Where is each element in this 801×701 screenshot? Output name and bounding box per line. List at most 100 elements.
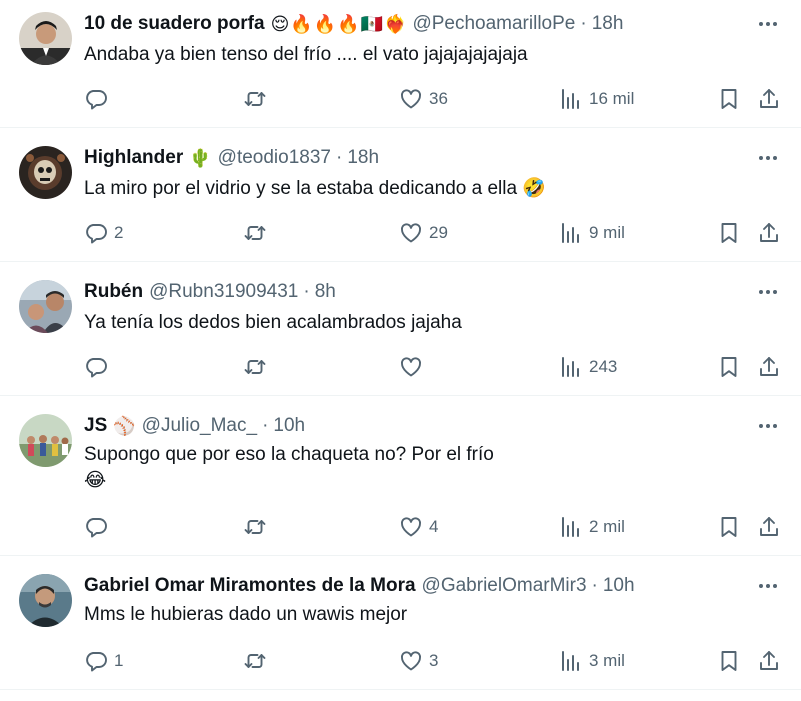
emoji: 🔥	[313, 14, 337, 34]
reply-feed: 10 de suadero porfa 😌 🔥 🔥 🔥 🇲🇽 ❤️‍🔥 @Pec…	[0, 0, 801, 690]
avatar[interactable]	[19, 574, 72, 627]
reply-icon	[86, 358, 107, 378]
share-icon	[760, 357, 778, 376]
name-emojis: ⚾	[113, 417, 135, 435]
bookmark-icon	[721, 357, 737, 377]
tweet[interactable]: Gabriel Omar Miramontes de la Mora @Gabr…	[0, 556, 801, 690]
timestamp[interactable]: 8h	[315, 281, 336, 303]
user-handle[interactable]: @teodio1837	[218, 147, 331, 169]
tweet-text: La miro por el vidrio y se la estaba ded…	[84, 176, 761, 202]
tweet-text: Supongo que por eso la chaqueta no? Por …	[84, 442, 761, 494]
user-handle[interactable]: @GabrielOmarMir3	[422, 575, 587, 597]
tweet-actions: 243	[0, 354, 801, 380]
heart-icon	[401, 223, 421, 243]
like-count: 4	[429, 517, 439, 536]
tweet[interactable]: 10 de suadero porfa 😌 🔥 🔥 🔥 🇲🇽 ❤️‍🔥 @Pec…	[0, 0, 801, 128]
retweet-button[interactable]	[243, 514, 273, 540]
bookmark-icon	[721, 517, 737, 537]
display-name[interactable]: Highlander	[84, 147, 183, 169]
views-button[interactable]: 16 mil	[559, 86, 634, 112]
reply-button[interactable]	[84, 86, 114, 112]
emoji: ❤️‍🔥	[384, 14, 407, 34]
like-button[interactable]: 4	[399, 514, 438, 540]
tweet-actions: 2 29 9 mil	[0, 220, 801, 246]
user-handle[interactable]: @Julio_Mac_	[142, 415, 257, 437]
reply-button[interactable]: 1	[84, 648, 123, 674]
reply-button[interactable]	[84, 354, 114, 380]
like-button[interactable]: 36	[399, 86, 448, 112]
tweet-text-line: Andaba ya bien tenso del frío .... el va…	[84, 44, 528, 65]
share-button[interactable]	[757, 86, 781, 112]
reply-icon	[86, 224, 107, 244]
avatar[interactable]	[19, 280, 72, 333]
view-count: 2 mil	[589, 517, 625, 536]
retweet-icon	[244, 226, 266, 240]
share-button[interactable]	[757, 648, 781, 674]
views-button[interactable]: 9 mil	[559, 220, 625, 246]
like-button[interactable]: 3	[399, 648, 438, 674]
separator-dot: ·	[580, 13, 587, 34]
display-name[interactable]: JS	[84, 415, 107, 437]
more-options-icon[interactable]	[755, 574, 781, 598]
avatar[interactable]	[19, 414, 72, 467]
view-count: 243	[589, 357, 618, 376]
views-button[interactable]: 3 mil	[559, 648, 625, 674]
tweet-header: Rubén @Rubn31909431 · 8h	[84, 280, 741, 304]
display-name[interactable]: Rubén	[84, 281, 143, 303]
timestamp[interactable]: 18h	[347, 147, 379, 169]
reply-button[interactable]: 2	[84, 220, 123, 246]
bookmark-button[interactable]	[717, 86, 741, 112]
share-button[interactable]	[757, 354, 781, 380]
like-button[interactable]	[399, 354, 429, 380]
share-icon	[760, 517, 778, 536]
bookmark-button[interactable]	[717, 514, 741, 540]
like-count: 3	[429, 651, 439, 670]
reply-button[interactable]	[84, 514, 114, 540]
separator-dot: ·	[591, 575, 598, 596]
timestamp[interactable]: 10h	[603, 575, 635, 597]
retweet-button[interactable]	[243, 354, 273, 380]
separator-dot: ·	[303, 281, 310, 302]
views-button[interactable]: 2 mil	[559, 514, 625, 540]
tweet[interactable]: JS ⚾ @Julio_Mac_ · 10h Supongo que por e…	[0, 396, 801, 556]
bookmark-button[interactable]	[717, 648, 741, 674]
tweet-header: Gabriel Omar Miramontes de la Mora @Gabr…	[84, 574, 741, 598]
tweet-actions: 1 3 3 mil	[0, 648, 801, 674]
user-handle[interactable]: @PechoamarilloPe	[412, 13, 575, 35]
timestamp[interactable]: 18h	[592, 13, 624, 35]
views-chart-icon	[562, 357, 579, 377]
share-icon	[760, 651, 778, 670]
timestamp[interactable]: 10h	[273, 415, 305, 437]
tweet[interactable]: Rubén @Rubn31909431 · 8h Ya tenía los de…	[0, 262, 801, 396]
separator-dot: ·	[335, 147, 343, 168]
avatar[interactable]	[19, 12, 72, 65]
views-button[interactable]: 243	[559, 354, 617, 380]
share-button[interactable]	[757, 220, 781, 246]
retweet-button[interactable]	[243, 648, 273, 674]
more-options-icon[interactable]	[755, 12, 781, 36]
like-button[interactable]: 29	[399, 220, 448, 246]
reply-count: 1	[114, 651, 124, 670]
emoji: 🔥	[337, 14, 360, 34]
bookmark-button[interactable]	[717, 220, 741, 246]
tweet-header: JS ⚾ @Julio_Mac_ · 10h	[84, 414, 741, 438]
display-name[interactable]: 10 de suadero porfa	[84, 13, 265, 35]
emoji: 🌵	[189, 148, 212, 168]
bookmark-button[interactable]	[717, 354, 741, 380]
more-options-icon[interactable]	[755, 146, 781, 170]
retweet-button[interactable]	[243, 220, 273, 246]
views-chart-icon	[562, 89, 579, 109]
tweet[interactable]: Highlander 🌵 @teodio1837 · 18h La miro p…	[0, 128, 801, 262]
more-options-icon[interactable]	[755, 414, 781, 438]
emoji: ⚾	[113, 416, 136, 436]
more-options-icon[interactable]	[755, 280, 781, 304]
retweet-icon	[244, 520, 266, 534]
reply-count: 2	[114, 223, 124, 242]
user-handle[interactable]: @Rubn31909431	[149, 281, 298, 303]
display-name[interactable]: Gabriel Omar Miramontes de la Mora	[84, 575, 416, 597]
tweet-text-line: Supongo que por eso la chaqueta no? Por …	[84, 444, 494, 465]
retweet-button[interactable]	[243, 86, 273, 112]
avatar[interactable]	[19, 146, 72, 199]
share-button[interactable]	[757, 514, 781, 540]
retweet-icon	[244, 654, 266, 668]
